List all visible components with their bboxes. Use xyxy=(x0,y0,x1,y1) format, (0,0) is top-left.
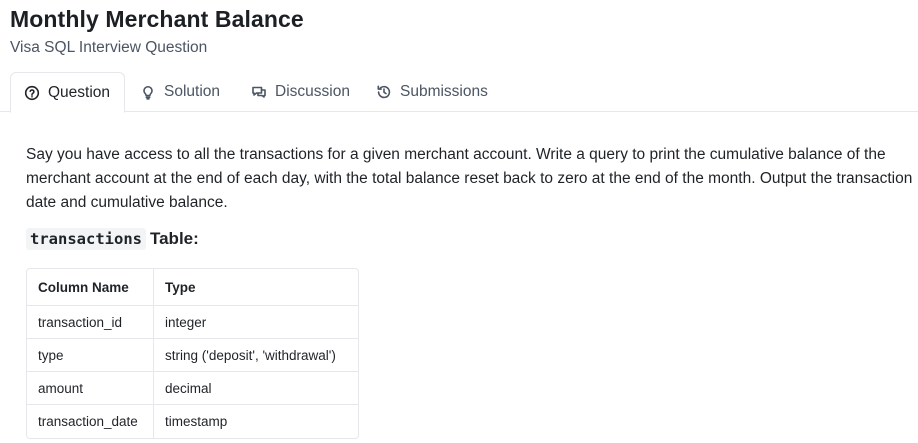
table-heading: transactions Table: xyxy=(26,228,199,250)
table-header-row: Column Name Type xyxy=(27,269,358,306)
column-type-cell: decimal xyxy=(154,372,358,405)
question-description: Say you have access to all the transacti… xyxy=(26,146,913,211)
chat-bubbles-icon xyxy=(252,86,266,98)
column-header-name: Column Name xyxy=(27,269,154,306)
column-type-cell: timestamp xyxy=(165,414,228,429)
tab-submissions[interactable]: Submissions xyxy=(376,72,488,112)
lightbulb-icon xyxy=(143,85,153,100)
schema-table: Column Name Type transaction_id integer … xyxy=(26,268,359,439)
table-row: amount decimal xyxy=(27,372,358,405)
column-type-cell: integer xyxy=(154,306,358,339)
tab-solution[interactable]: Solution xyxy=(140,72,220,112)
tab-discussion[interactable]: Discussion xyxy=(251,72,350,112)
tab-discussion-label: Discussion xyxy=(275,83,350,100)
column-name-cell: amount xyxy=(27,372,154,405)
column-name-cell: transaction_id xyxy=(27,306,154,339)
tab-bar: Question Solution Discussion Submissions xyxy=(0,72,918,113)
column-name-cell: transaction_date xyxy=(27,405,154,438)
tab-solution-label: Solution xyxy=(164,83,221,100)
table-heading-suffix: Table: xyxy=(149,229,199,248)
history-icon xyxy=(377,85,391,99)
table-name-code: transactions xyxy=(26,228,146,250)
table-row: type string ('deposit', 'withdrawal') xyxy=(27,339,358,372)
question-circle-icon xyxy=(24,85,40,100)
page-subtitle: Visa SQL Interview Question xyxy=(10,39,208,56)
tab-submissions-label: Submissions xyxy=(400,83,488,100)
page-title: Monthly Merchant Balance xyxy=(10,6,304,32)
tab-question-label: Question xyxy=(48,83,111,101)
column-header-type: Type xyxy=(154,269,358,306)
column-name-cell: type xyxy=(27,339,154,372)
column-type-cell: string ('deposit', 'withdrawal') xyxy=(154,339,358,372)
tab-question[interactable]: Question xyxy=(10,72,125,113)
table-row: transaction_id integer xyxy=(27,306,358,339)
table-row: transaction_date timestamp xyxy=(27,405,358,438)
